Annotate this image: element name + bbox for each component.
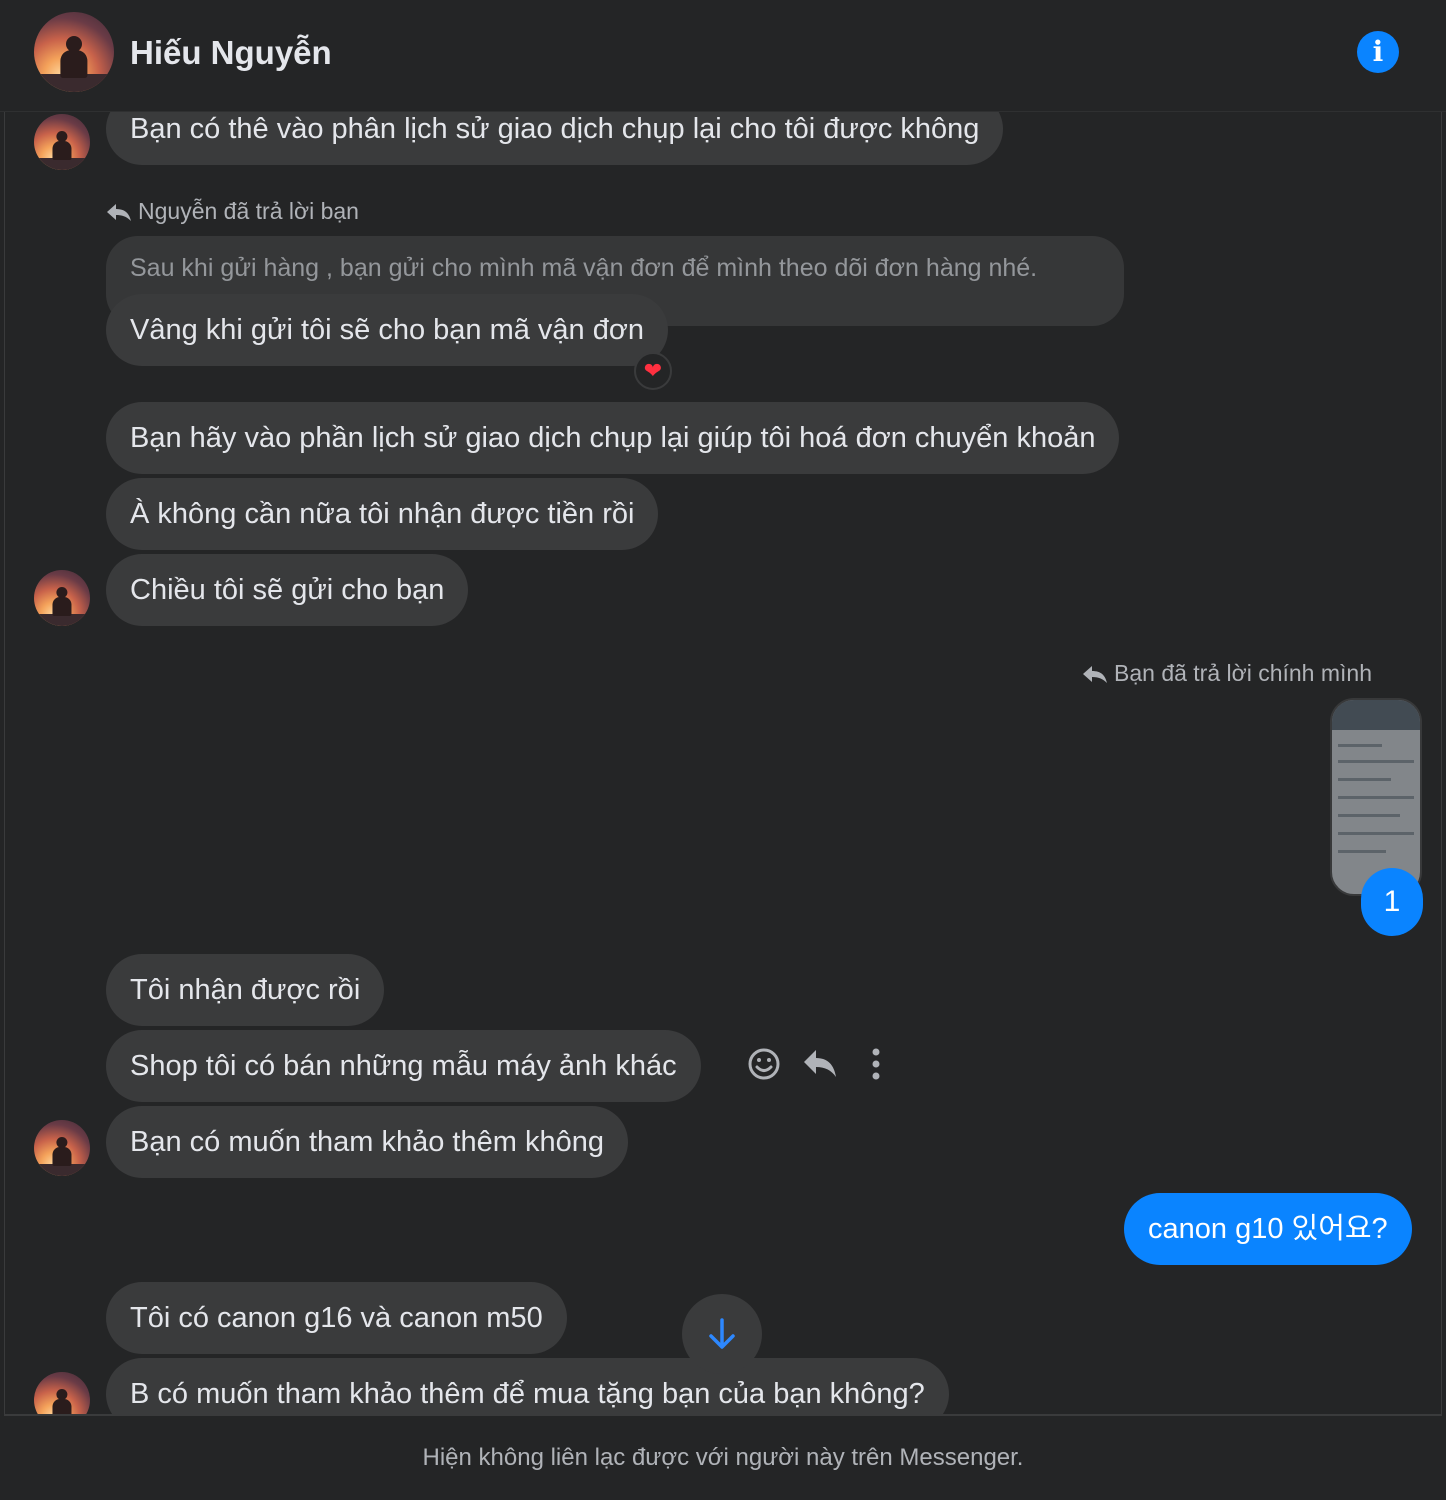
arrow-down-icon [709,1318,735,1349]
heart-reaction-icon[interactable]: ❤ [634,352,672,390]
chat-header: Hiếu Nguyễn i [0,0,1446,112]
sender-avatar[interactable] [34,1372,90,1414]
message-bubble[interactable]: Tôi có canon g16 và canon m50 [106,1282,567,1354]
message-bubble[interactable]: Chiều tôi sẽ gửi cho bạn [106,554,469,626]
contact-name[interactable]: Hiếu Nguyễn [130,34,332,72]
message-bubble[interactable]: Bạn có muốn tham khảo thêm không [106,1106,628,1178]
more-icon[interactable] [858,1044,894,1084]
reply-label: Bạn đã trả lời chính mình [1082,660,1372,687]
contact-avatar[interactable] [34,12,114,92]
reply-arrow-icon [107,204,131,221]
image-attachment[interactable] [1330,698,1422,896]
sender-avatar[interactable] [34,114,90,170]
scroll-to-bottom-button[interactable] [682,1294,762,1374]
reply-arrow-icon [1083,666,1107,683]
info-icon[interactable]: i [1357,31,1399,73]
unavailable-notice: Hiện không liên lạc được với người này t… [422,1444,1024,1471]
message-bubble[interactable]: Bạn có thê vào phân lịch sử giao dịch ch… [106,112,1004,165]
message-bubble[interactable]: Tôi nhận được rồi [106,954,385,1026]
message-list[interactable]: Bạn có thê vào phân lịch sử giao dịch ch… [0,112,1446,1414]
sender-avatar[interactable] [34,1120,90,1176]
message-bubble[interactable]: À không cần nữa tôi nhận được tiền rồi [106,478,659,550]
message-bubble[interactable]: Bạn hãy vào phần lịch sử giao dịch chụp … [106,402,1120,474]
smile-icon[interactable] [746,1044,782,1084]
message-bubble[interactable]: Vâng khi gửi tôi sẽ cho bạn mã vận đơn [106,294,669,366]
reply-icon[interactable] [802,1044,838,1084]
reply-label-text: Nguyễn đã trả lời bạn [138,198,359,224]
my-message-bubble[interactable]: canon g10 있어요? [1124,1193,1412,1265]
image-count-badge[interactable]: 1 [1361,868,1423,936]
composer-disabled-footer: Hiện không liên lạc được với người này t… [4,1414,1442,1500]
message-bubble[interactable]: B có muốn tham khảo thêm để mua tặng bạn… [106,1358,949,1414]
sender-avatar[interactable] [34,570,90,626]
reply-label: Nguyễn đã trả lời bạn [106,198,359,225]
reply-label-text: Bạn đã trả lời chính mình [1114,660,1372,686]
message-bubble[interactable]: Shop tôi có bán những mẫu máy ảnh khác [106,1030,701,1102]
